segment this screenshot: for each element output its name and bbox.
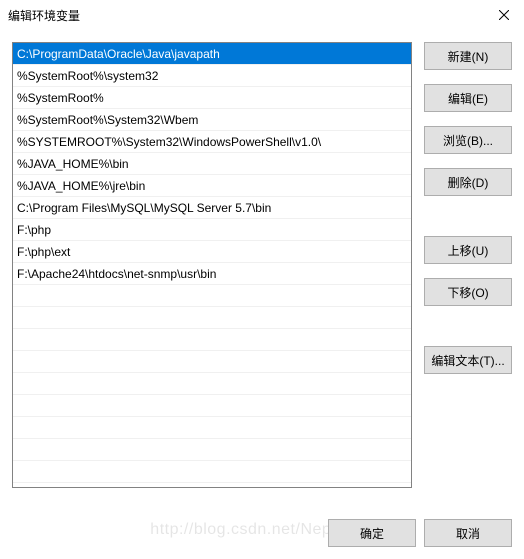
moveup-button[interactable]: 上移(U) <box>424 236 512 264</box>
cancel-button[interactable]: 取消 <box>424 519 512 547</box>
list-item[interactable] <box>13 417 411 439</box>
list-item[interactable] <box>13 439 411 461</box>
list-item[interactable]: F:\Apache24\htdocs\net-snmp\usr\bin <box>13 263 411 285</box>
movedown-button[interactable]: 下移(O) <box>424 278 512 306</box>
list-item[interactable] <box>13 373 411 395</box>
button-sidebar: 新建(N) 编辑(E) 浏览(B)... 删除(D) 上移(U) 下移(O) 编… <box>424 42 512 488</box>
browse-button[interactable]: 浏览(B)... <box>424 126 512 154</box>
list-item[interactable]: %SYSTEMROOT%\System32\WindowsPowerShell\… <box>13 131 411 153</box>
edit-button[interactable]: 编辑(E) <box>424 84 512 112</box>
footer-buttons: 确定 取消 <box>328 519 512 547</box>
delete-button[interactable]: 删除(D) <box>424 168 512 196</box>
edittext-button[interactable]: 编辑文本(T)... <box>424 346 512 374</box>
window-title: 编辑环境变量 <box>8 7 80 24</box>
list-item[interactable] <box>13 329 411 351</box>
list-item[interactable]: %SystemRoot%\system32 <box>13 65 411 87</box>
close-icon <box>499 10 509 20</box>
list-item[interactable]: F:\php <box>13 219 411 241</box>
list-item[interactable]: %JAVA_HOME%\jre\bin <box>13 175 411 197</box>
list-item[interactable] <box>13 285 411 307</box>
list-item[interactable]: C:\ProgramData\Oracle\Java\javapath <box>13 43 411 65</box>
list-item[interactable] <box>13 351 411 373</box>
new-button[interactable]: 新建(N) <box>424 42 512 70</box>
close-button[interactable] <box>484 0 524 30</box>
list-item[interactable] <box>13 395 411 417</box>
list-item[interactable]: F:\php\ext <box>13 241 411 263</box>
ok-button[interactable]: 确定 <box>328 519 416 547</box>
titlebar: 编辑环境变量 <box>0 0 524 30</box>
list-item[interactable] <box>13 307 411 329</box>
list-item[interactable] <box>13 461 411 483</box>
list-item[interactable]: %SystemRoot%\System32\Wbem <box>13 109 411 131</box>
content-area: C:\ProgramData\Oracle\Java\javapath%Syst… <box>0 30 524 488</box>
path-list[interactable]: C:\ProgramData\Oracle\Java\javapath%Syst… <box>12 42 412 488</box>
list-item[interactable]: C:\Program Files\MySQL\MySQL Server 5.7\… <box>13 197 411 219</box>
list-item[interactable]: %SystemRoot% <box>13 87 411 109</box>
list-item[interactable]: %JAVA_HOME%\bin <box>13 153 411 175</box>
